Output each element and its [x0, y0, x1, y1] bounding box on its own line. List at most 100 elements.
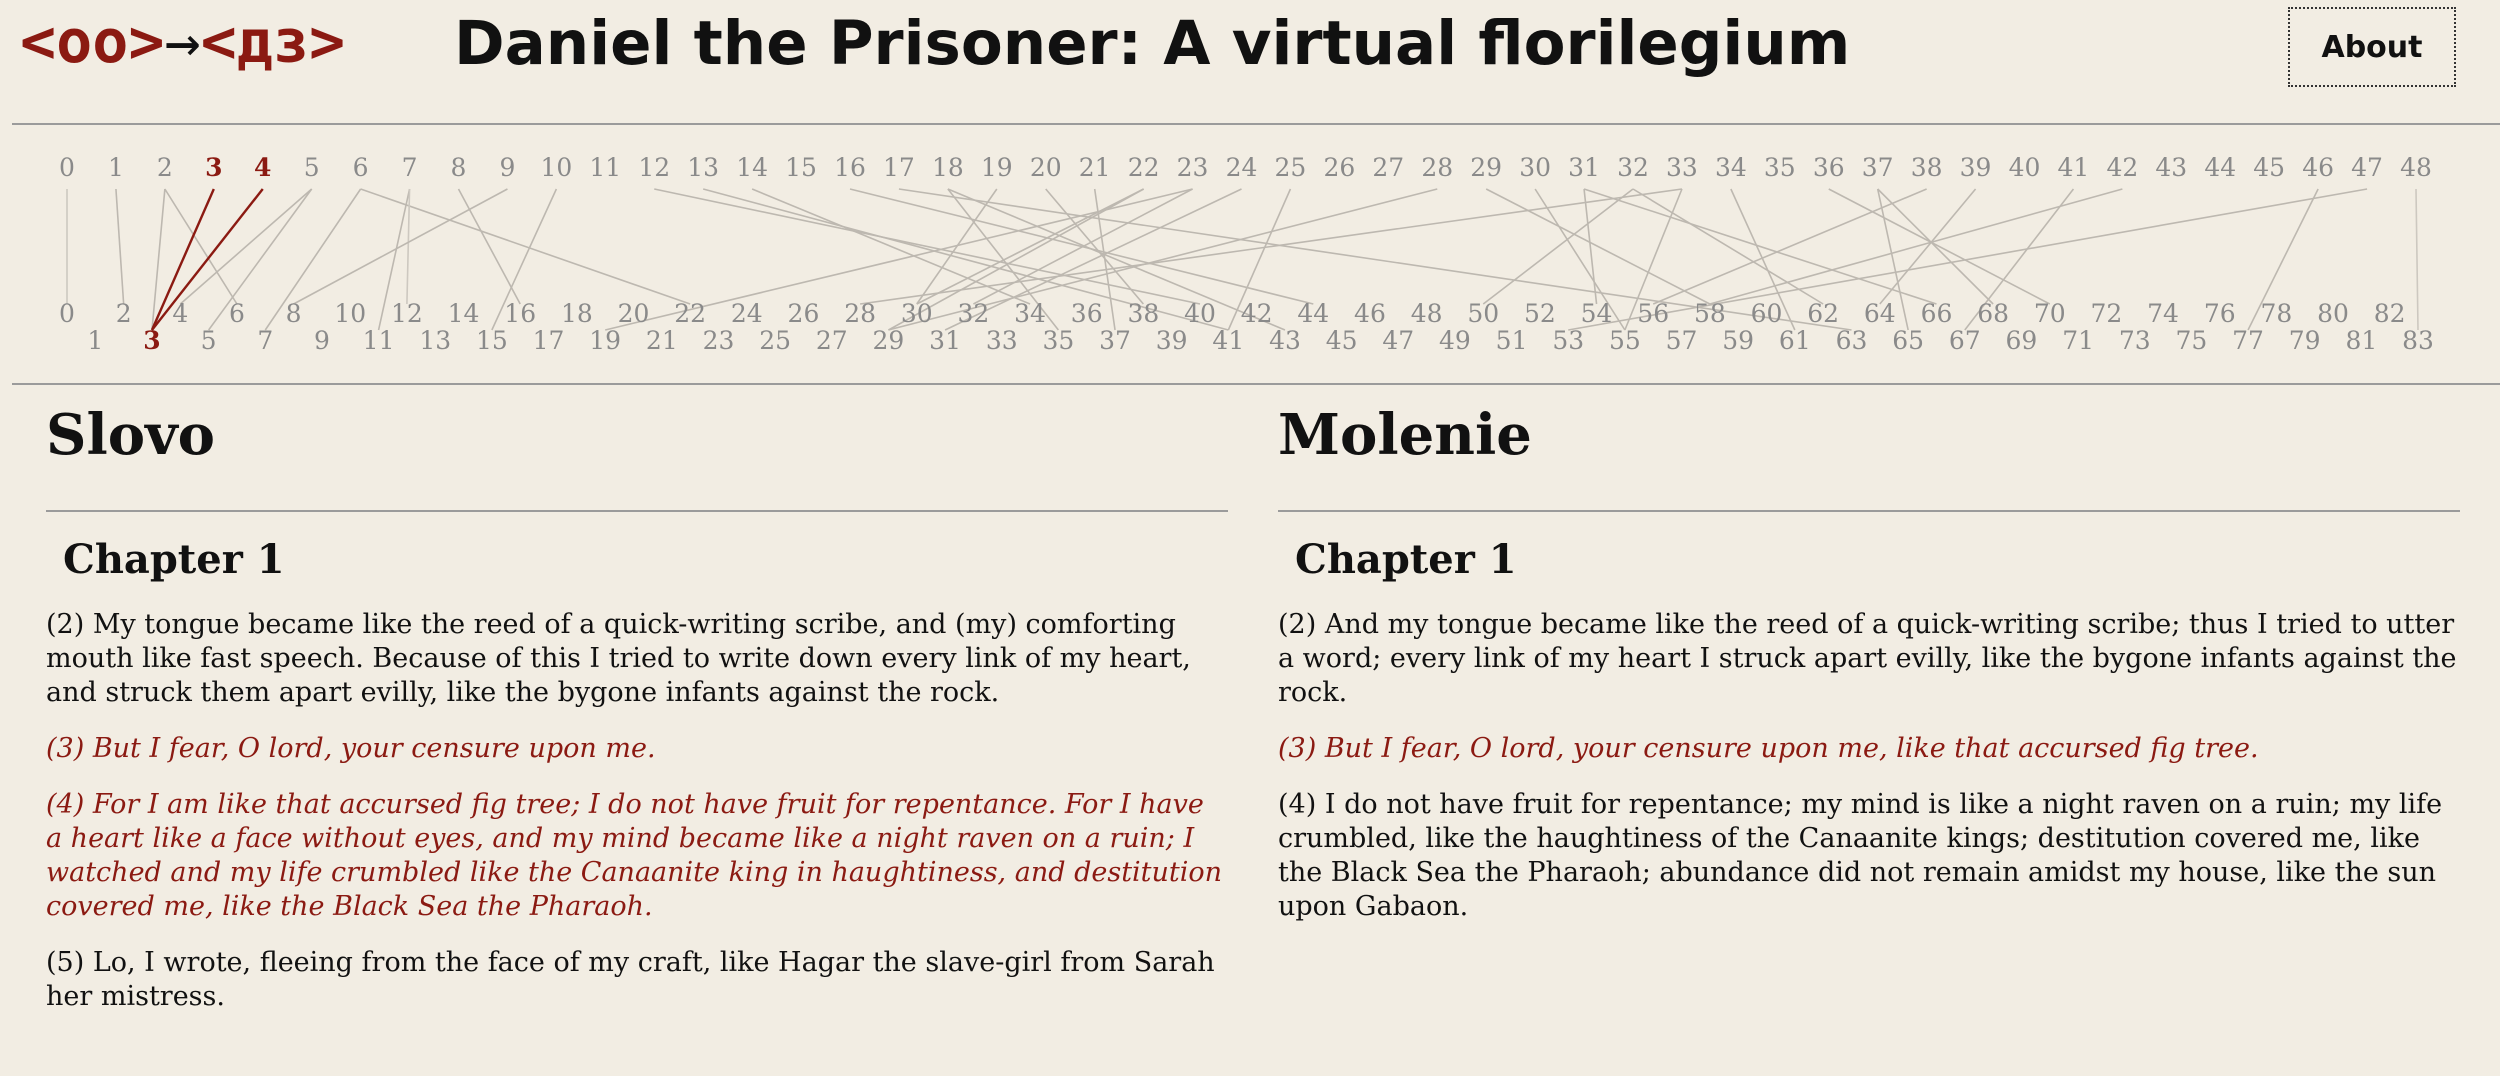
molenie-verse-link[interactable]: 56	[1637, 299, 1669, 328]
slovo-verse-link[interactable]: 32	[1617, 153, 1649, 182]
molenie-verse-link[interactable]: 43	[1269, 326, 1301, 355]
molenie-verse-link[interactable]: 70	[2034, 299, 2066, 328]
molenie-verse-link[interactable]: 23	[703, 326, 735, 355]
molenie-verse-link[interactable]: 82	[2374, 299, 2406, 328]
slovo-verse-link[interactable]: 18	[932, 153, 964, 182]
molenie-verse-link[interactable]: 3	[143, 326, 160, 355]
molenie-verse-link[interactable]: 30	[901, 299, 933, 328]
molenie-verse-link[interactable]: 1	[87, 326, 103, 355]
slovo-verse-link[interactable]: 28	[1421, 153, 1453, 182]
molenie-verse-link[interactable]: 75	[2175, 326, 2207, 355]
molenie-verse-link[interactable]: 65	[1892, 326, 1924, 355]
molenie-verse-link[interactable]: 38	[1127, 299, 1159, 328]
molenie-verse-link[interactable]: 35	[1042, 326, 1074, 355]
slovo-verse-link[interactable]: 36	[1813, 153, 1845, 182]
slovo-verse-link[interactable]: 35	[1764, 153, 1796, 182]
molenie-verse-link[interactable]: 32	[958, 299, 990, 328]
molenie-verse-link[interactable]: 37	[1099, 326, 1131, 355]
molenie-verse-link[interactable]: 52	[1524, 299, 1556, 328]
molenie-verse-link[interactable]: 67	[1949, 326, 1981, 355]
molenie-verse-link[interactable]: 69	[2006, 326, 2038, 355]
slovo-verse-link[interactable]: 45	[2253, 153, 2285, 182]
molenie-verse-link[interactable]: 63	[1836, 326, 1868, 355]
molenie-verse-link[interactable]: 66	[1921, 299, 1953, 328]
slovo-verse-link[interactable]: 26	[1323, 153, 1355, 182]
slovo-verse-link[interactable]: 48	[2400, 153, 2432, 182]
molenie-verse-link[interactable]: 8	[286, 299, 302, 328]
molenie-verse-link[interactable]: 77	[2232, 326, 2264, 355]
molenie-verse-link[interactable]: 68	[1977, 299, 2009, 328]
slovo-verse-link[interactable]: 23	[1177, 153, 1209, 182]
molenie-verse-link[interactable]: 17	[533, 326, 565, 355]
slovo-verse-link[interactable]: 43	[2155, 153, 2187, 182]
molenie-verse-link[interactable]: 76	[2204, 299, 2236, 328]
slovo-verse-link[interactable]: 38	[1911, 153, 1943, 182]
molenie-verse-link[interactable]: 9	[314, 326, 330, 355]
molenie-verse-link[interactable]: 39	[1156, 326, 1188, 355]
molenie-verse-link[interactable]: 31	[929, 326, 961, 355]
molenie-verse-link[interactable]: 36	[1071, 299, 1103, 328]
molenie-verse-link[interactable]: 74	[2147, 299, 2179, 328]
slovo-verse-link[interactable]: 21	[1079, 153, 1111, 182]
slovo-verse-link[interactable]: 8	[451, 153, 467, 182]
molenie-verse-link[interactable]: 19	[589, 326, 621, 355]
molenie-verse-link[interactable]: 80	[2317, 299, 2349, 328]
molenie-verse-link[interactable]: 13	[419, 326, 451, 355]
slovo-verse-link[interactable]: 37	[1862, 153, 1894, 182]
molenie-verse-link[interactable]: 71	[2062, 326, 2094, 355]
molenie-verse-link[interactable]: 21	[646, 326, 678, 355]
slovo-verse-link[interactable]: 5	[304, 153, 320, 182]
slovo-verse-link[interactable]: 10	[540, 153, 572, 182]
site-logo[interactable]: <оо>→<дз>	[20, 6, 345, 78]
slovo-verse-link[interactable]: 20	[1030, 153, 1062, 182]
molenie-verse-link[interactable]: 26	[788, 299, 820, 328]
slovo-verse-link[interactable]: 24	[1226, 153, 1258, 182]
molenie-verse-link[interactable]: 14	[448, 299, 480, 328]
molenie-verse-link[interactable]: 53	[1552, 326, 1584, 355]
molenie-verse-link[interactable]: 64	[1864, 299, 1896, 328]
slovo-verse-link[interactable]: 39	[1960, 153, 1992, 182]
slovo-verse-link[interactable]: 33	[1666, 153, 1698, 182]
slovo-verse-link[interactable]: 7	[402, 153, 418, 182]
molenie-verse-link[interactable]: 45	[1326, 326, 1358, 355]
molenie-verse-link[interactable]: 58	[1694, 299, 1726, 328]
molenie-verse-link[interactable]: 73	[2119, 326, 2151, 355]
molenie-verse-link[interactable]: 16	[504, 299, 536, 328]
slovo-verse-link[interactable]: 12	[638, 153, 670, 182]
molenie-verse-link[interactable]: 49	[1439, 326, 1471, 355]
slovo-verse-link[interactable]: 11	[589, 153, 621, 182]
molenie-verse-link[interactable]: 41	[1212, 326, 1244, 355]
slovo-verse-link[interactable]: 22	[1128, 153, 1160, 182]
molenie-verse-link[interactable]: 83	[2402, 326, 2434, 355]
molenie-verse-link[interactable]: 78	[2260, 299, 2292, 328]
slovo-verse-link[interactable]: 46	[2302, 153, 2334, 182]
slovo-verse-link[interactable]: 40	[2009, 153, 2041, 182]
molenie-verse-link[interactable]: 51	[1496, 326, 1528, 355]
molenie-verse-link[interactable]: 60	[1751, 299, 1783, 328]
molenie-verse-link[interactable]: 2	[116, 299, 132, 328]
slovo-verse-link[interactable]: 31	[1568, 153, 1600, 182]
molenie-verse-link[interactable]: 6	[229, 299, 245, 328]
slovo-verse-link[interactable]: 30	[1519, 153, 1551, 182]
slovo-verse-link[interactable]: 3	[205, 153, 222, 182]
slovo-verse-link[interactable]: 25	[1275, 153, 1307, 182]
molenie-verse-link[interactable]: 48	[1411, 299, 1443, 328]
slovo-verse-link[interactable]: 29	[1470, 153, 1502, 182]
molenie-verse-link[interactable]: 22	[674, 299, 706, 328]
molenie-verse-link[interactable]: 18	[561, 299, 593, 328]
molenie-verse-link[interactable]: 79	[2289, 326, 2321, 355]
slovo-verse-link[interactable]: 15	[785, 153, 817, 182]
molenie-verse-link[interactable]: 59	[1722, 326, 1754, 355]
molenie-verse-link[interactable]: 34	[1014, 299, 1046, 328]
molenie-verse-link[interactable]: 25	[759, 326, 791, 355]
molenie-verse-link[interactable]: 12	[391, 299, 423, 328]
molenie-verse-link[interactable]: 62	[1807, 299, 1839, 328]
slovo-verse-link[interactable]: 41	[2058, 153, 2090, 182]
molenie-verse-link[interactable]: 44	[1297, 299, 1329, 328]
slovo-verse-link[interactable]: 0	[59, 153, 75, 182]
slovo-verse-link[interactable]: 6	[353, 153, 369, 182]
slovo-verse-link[interactable]: 47	[2351, 153, 2383, 182]
slovo-verse-link[interactable]: 2	[157, 153, 173, 182]
molenie-verse-link[interactable]: 0	[59, 299, 75, 328]
molenie-verse-link[interactable]: 4	[172, 299, 188, 328]
